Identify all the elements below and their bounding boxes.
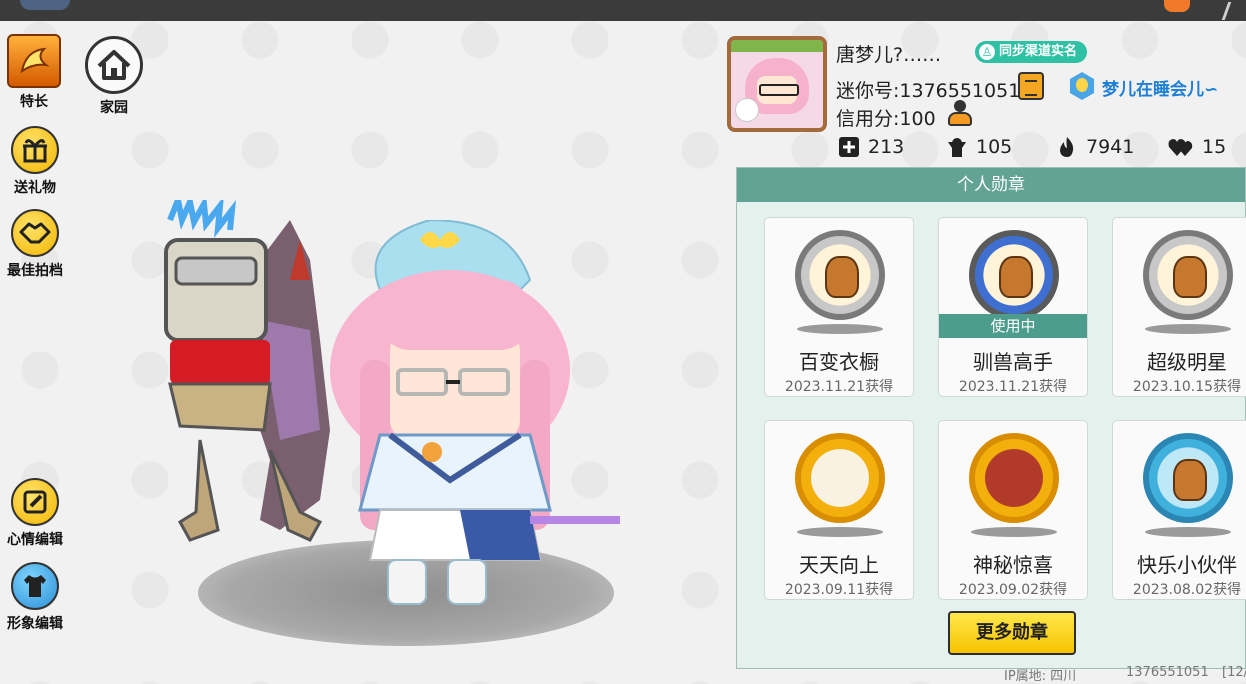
happy-buddy-medal-icon bbox=[1143, 433, 1233, 523]
credit-score: 信用分:100 bbox=[836, 108, 936, 130]
mini-id: 迷你号:1376551051 bbox=[836, 80, 1021, 102]
footer-uid: 1376551051 bbox=[1126, 665, 1209, 680]
copy-id-icon[interactable] bbox=[1018, 72, 1044, 100]
medal-date: 2023.08.02获得 bbox=[1132, 582, 1242, 598]
sync-realname-badge[interactable]: ♙ 同步渠道实名 bbox=[975, 41, 1088, 63]
player-character[interactable] bbox=[320, 220, 620, 610]
ip-location: IP属地: 四川 bbox=[1004, 669, 1077, 684]
stat-fans-value: 105 bbox=[976, 136, 1013, 158]
clan-name[interactable]: 梦儿在睡会儿∽ bbox=[1102, 75, 1218, 100]
shirt-icon bbox=[11, 562, 59, 610]
daily-progress-medal-icon bbox=[795, 433, 885, 523]
stat-likes: 213 bbox=[838, 136, 904, 158]
appearance-edit-label: 形象编辑 bbox=[7, 616, 63, 632]
medal-name: 百变衣橱 bbox=[799, 350, 879, 374]
stat-popularity: 7941 bbox=[1056, 136, 1134, 158]
plus-square-icon bbox=[839, 137, 859, 157]
medal-card[interactable]: 神秘惊喜 2023.09.02获得 bbox=[938, 420, 1088, 600]
avatar-glasses bbox=[759, 84, 799, 96]
lucky-cat-icon bbox=[735, 98, 759, 122]
top-bar bbox=[0, 0, 1246, 21]
back-tab[interactable] bbox=[20, 0, 70, 10]
profile-avatar[interactable] bbox=[727, 36, 827, 132]
appearance-edit-button[interactable]: 形象编辑 bbox=[3, 562, 67, 633]
gift-icon bbox=[11, 126, 59, 174]
sync-realname-label: 同步渠道实名 bbox=[999, 44, 1078, 59]
fan-icon bbox=[948, 138, 966, 157]
in-use-badge: 使用中 bbox=[939, 314, 1087, 338]
avatar-vine-decoration bbox=[731, 40, 823, 52]
clan-badge-icon[interactable] bbox=[1069, 72, 1095, 100]
medal-date: 2023.09.11获得 bbox=[784, 582, 894, 598]
mood-edit-button[interactable]: 心情编辑 bbox=[3, 478, 67, 549]
medal-name: 快乐小伙伴 bbox=[1137, 553, 1237, 577]
medal-card[interactable]: 使用中 驯兽高手 2023.11.21获得 bbox=[938, 217, 1088, 397]
skill-icon bbox=[7, 34, 61, 88]
medal-card[interactable]: 天天向上 2023.09.11获得 bbox=[764, 420, 914, 600]
stat-popularity-value: 7941 bbox=[1086, 136, 1135, 158]
home-button[interactable]: 家园 bbox=[82, 36, 146, 117]
beast-tamer-medal-icon bbox=[969, 230, 1059, 320]
footer-page-indicator: [12/ bbox=[1222, 665, 1246, 680]
home-icon bbox=[85, 36, 143, 94]
medal-date: 2023.10.15获得 bbox=[1132, 379, 1242, 395]
edit-icon bbox=[11, 478, 59, 526]
superstar-medal-icon bbox=[1143, 230, 1233, 320]
fire-icon bbox=[1060, 137, 1074, 157]
skill-label: 特长 bbox=[20, 94, 48, 110]
mount-creature[interactable] bbox=[160, 200, 340, 560]
medals-title: 个人勋章 bbox=[737, 168, 1245, 202]
medal-card[interactable]: 百变衣橱 2023.11.21获得 bbox=[764, 217, 914, 397]
divider bbox=[1221, 2, 1232, 20]
partner-button[interactable]: 最佳拍档 bbox=[3, 209, 67, 280]
mood-edit-label: 心情编辑 bbox=[7, 532, 63, 548]
home-label: 家园 bbox=[100, 100, 128, 116]
hearts-icon bbox=[1168, 139, 1193, 156]
gift-button[interactable]: 送礼物 bbox=[3, 126, 67, 197]
medal-card[interactable]: 超级明星 2023.10.15获得 bbox=[1112, 217, 1246, 397]
stat-fans: 105 bbox=[946, 136, 1012, 158]
medal-date: 2023.11.21获得 bbox=[784, 379, 894, 395]
person-check-icon: ♙ bbox=[979, 44, 995, 60]
medal-name: 超级明星 bbox=[1147, 350, 1227, 374]
mystery-gift-medal-icon bbox=[969, 433, 1059, 523]
credit-info-icon[interactable] bbox=[946, 100, 974, 128]
player-name: 唐梦儿?…… bbox=[836, 44, 942, 66]
stat-likes-value: 213 bbox=[868, 136, 905, 158]
more-medals-button[interactable]: 更多勋章 bbox=[948, 611, 1076, 655]
medal-date: 2023.11.21获得 bbox=[958, 379, 1068, 395]
medal-name: 神秘惊喜 bbox=[973, 553, 1053, 577]
medals-panel: 个人勋章 百变衣橱 2023.11.21获得 使用中 驯兽高手 2023.11.… bbox=[736, 167, 1246, 669]
wardrobe-medal-icon bbox=[795, 230, 885, 320]
skill-button[interactable]: 特长 bbox=[2, 34, 66, 111]
medal-name: 驯兽高手 bbox=[973, 350, 1053, 374]
medal-date: 2023.09.02获得 bbox=[958, 582, 1068, 598]
menu-icon[interactable] bbox=[1164, 0, 1190, 12]
partner-label: 最佳拍档 bbox=[7, 263, 63, 279]
gift-label: 送礼物 bbox=[14, 180, 56, 196]
stat-hearts: 15 bbox=[1168, 136, 1226, 158]
handshake-icon bbox=[11, 209, 59, 257]
medal-card[interactable]: 快乐小伙伴 2023.08.02获得 bbox=[1112, 420, 1246, 600]
medal-name: 天天向上 bbox=[799, 553, 879, 577]
stat-hearts-value: 15 bbox=[1202, 136, 1227, 158]
